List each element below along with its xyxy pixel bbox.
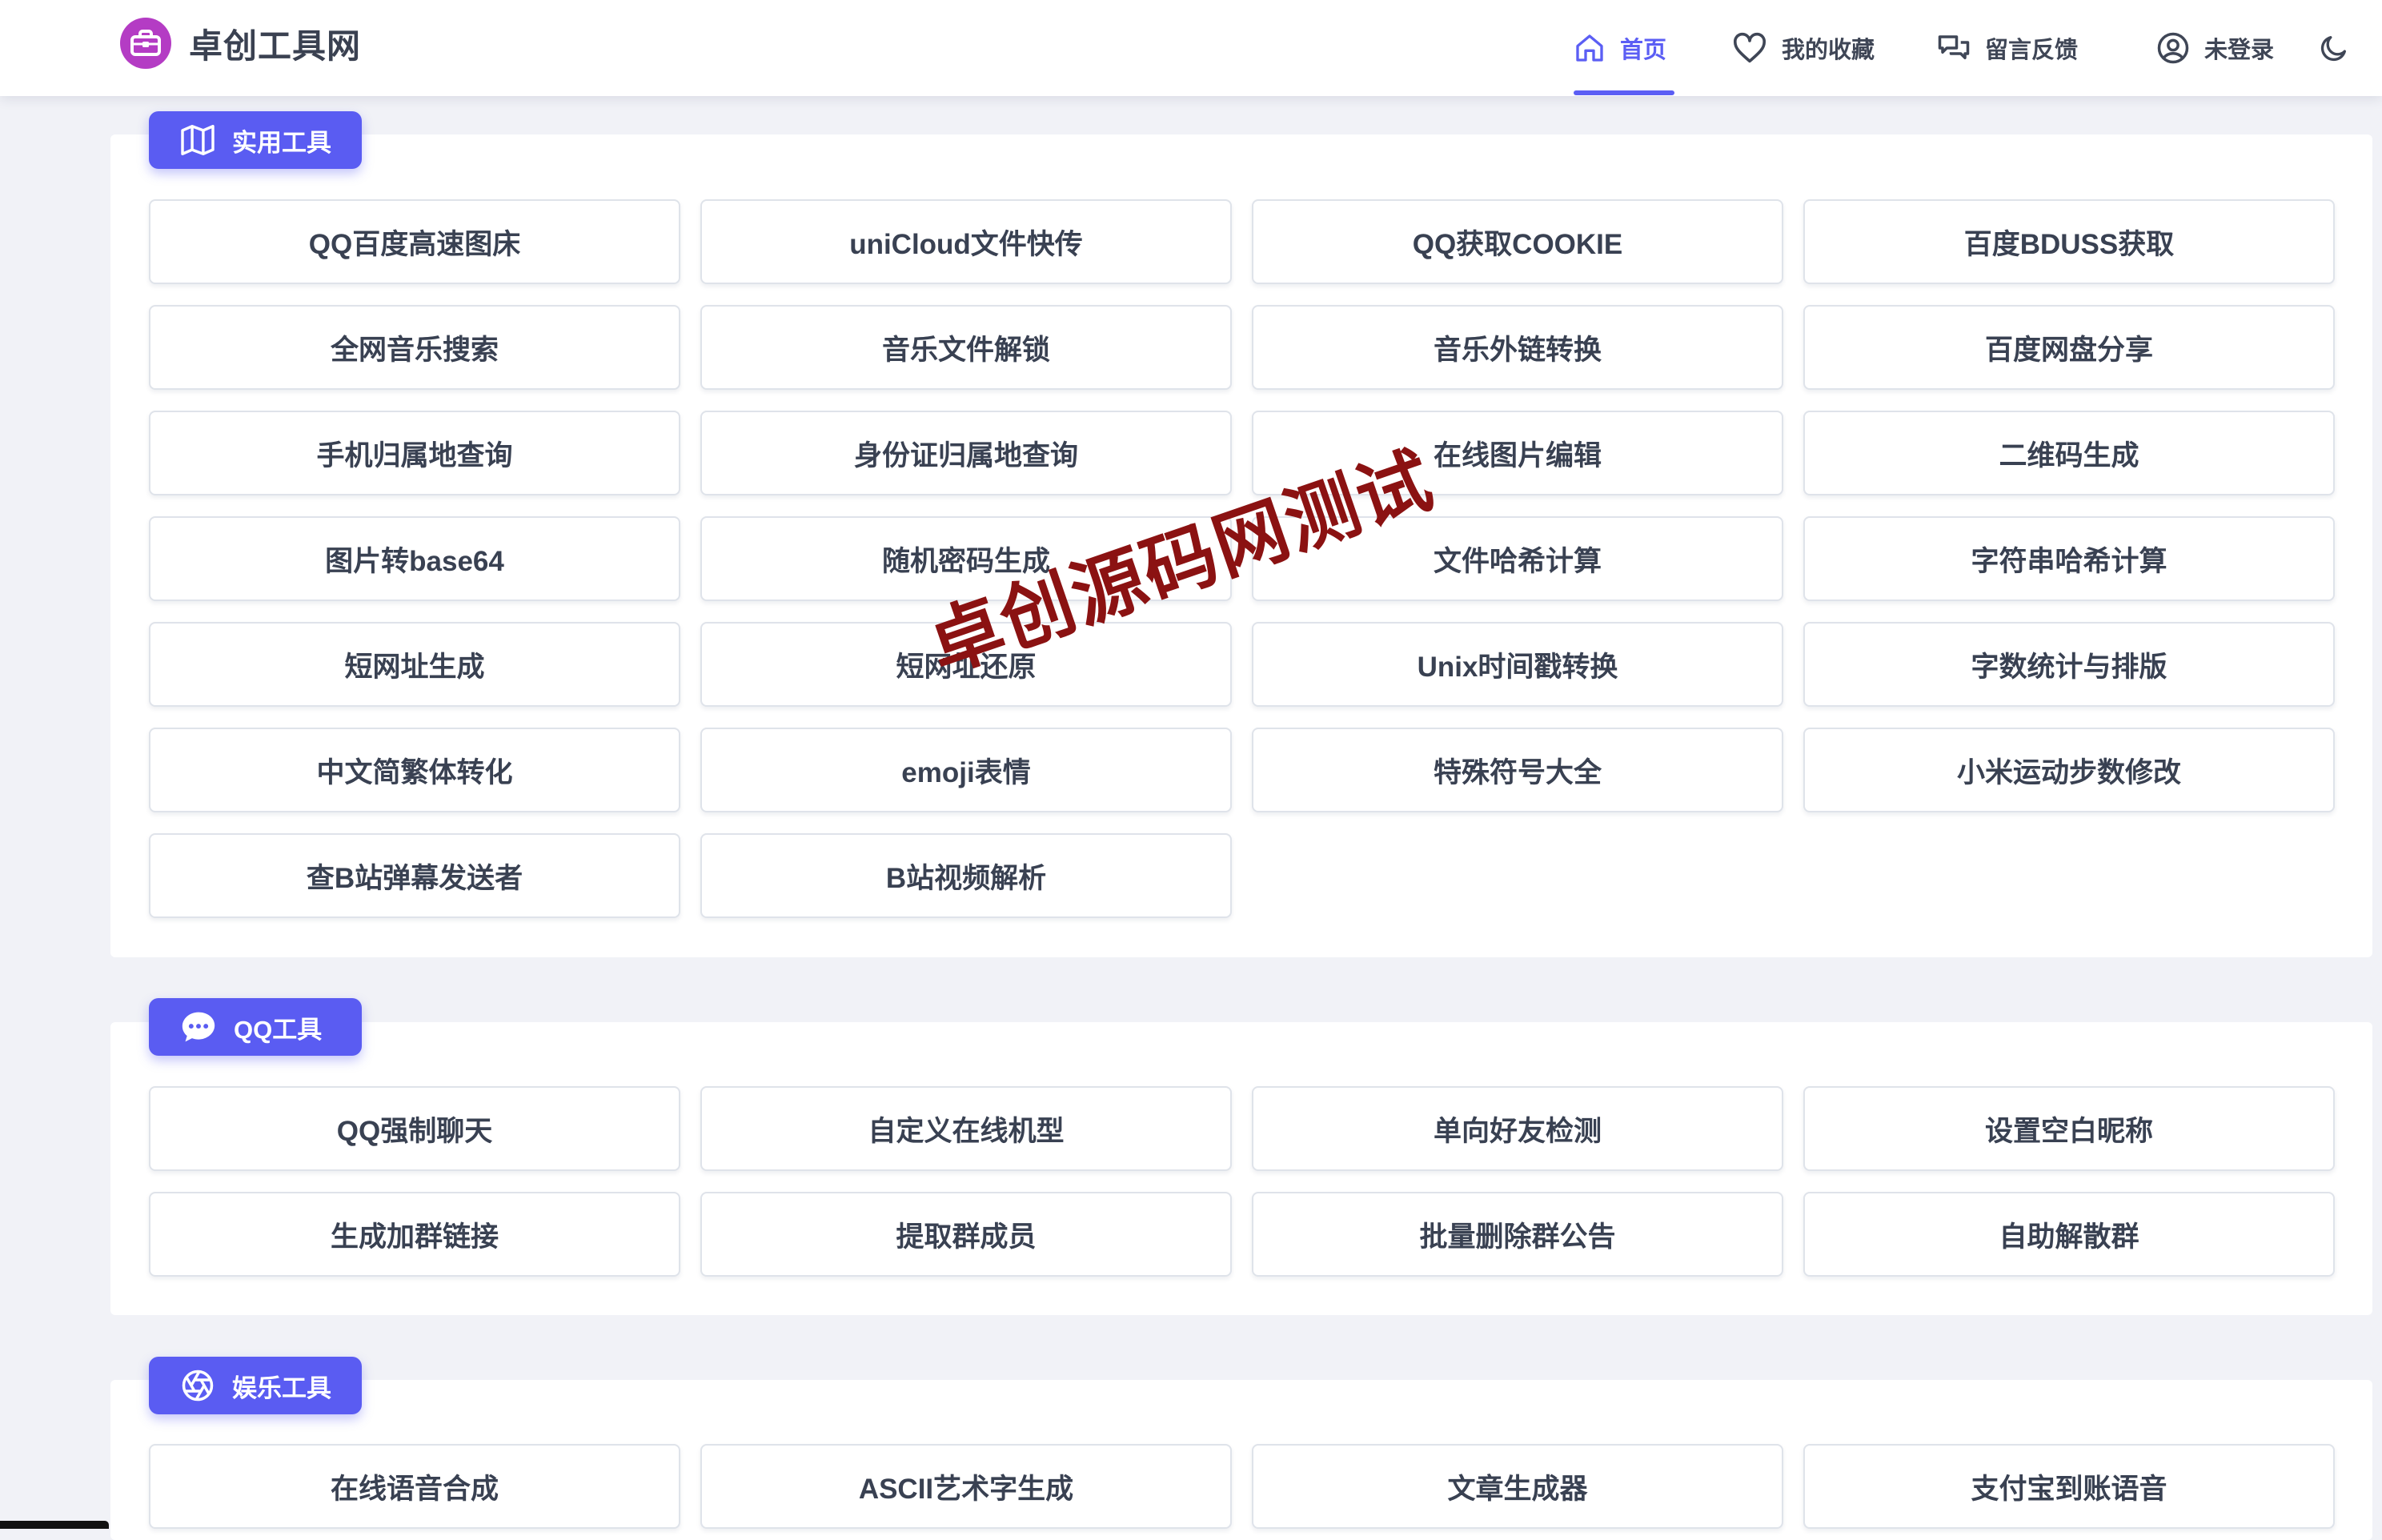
tool-button[interactable]: 文章生成器: [1252, 1444, 1783, 1529]
tool-button[interactable]: 在线语音合成: [149, 1444, 680, 1529]
corner-dark-bar: [0, 1521, 109, 1529]
section-title: 实用工具: [232, 128, 331, 157]
aperture-icon: [182, 1370, 214, 1402]
tool-button[interactable]: 单向好友检测: [1252, 1086, 1783, 1171]
tool-button[interactable]: B站视频解析: [700, 833, 1232, 918]
tool-button[interactable]: 二维码生成: [1803, 411, 2335, 495]
tool-button[interactable]: 百度BDUSS获取: [1803, 199, 2335, 284]
tool-button[interactable]: QQ强制聊天: [149, 1086, 680, 1171]
tool-button[interactable]: QQ百度高速图床: [149, 199, 680, 284]
tool-button[interactable]: 自助解散群: [1803, 1192, 2335, 1277]
heart-icon: [1733, 32, 1766, 63]
tool-button[interactable]: 手机归属地查询: [149, 411, 680, 495]
tool-grid-qq: QQ强制聊天 自定义在线机型 单向好友检测 设置空白昵称 生成加群链接 提取群成…: [149, 1086, 2335, 1277]
user-icon: [2157, 32, 2189, 64]
section-title: 娱乐工具: [232, 1374, 331, 1402]
tool-button[interactable]: 身份证归属地查询: [700, 411, 1232, 495]
tool-button[interactable]: uniCloud文件快传: [700, 199, 1232, 284]
nav-active-indicator: [1574, 90, 1674, 95]
nav-home-label: 首页: [1620, 38, 1667, 63]
tool-button[interactable]: 小米运动步数修改: [1803, 728, 2335, 812]
tool-button[interactable]: 字数统计与排版: [1803, 622, 2335, 707]
tool-button[interactable]: 提取群成员: [700, 1192, 1232, 1277]
tool-button[interactable]: 图片转base64: [149, 516, 680, 601]
tool-button[interactable]: 音乐文件解锁: [700, 305, 1232, 390]
tool-grid-entertainment: 在线语音合成 ASCII艺术字生成 文章生成器 支付宝到账语音: [149, 1444, 2335, 1529]
tool-button[interactable]: 中文简繁体转化: [149, 728, 680, 812]
nav-login-label: 未登录: [2204, 38, 2275, 63]
tool-button[interactable]: Unix时间戳转换: [1252, 622, 1783, 707]
chat-icon: [1938, 35, 1970, 59]
tool-button[interactable]: 生成加群链接: [149, 1192, 680, 1277]
nav-favorites-label: 我的收藏: [1782, 38, 1875, 63]
tool-button[interactable]: emoji表情: [700, 728, 1232, 812]
tool-button[interactable]: 设置空白昵称: [1803, 1086, 2335, 1171]
moon-icon: [2320, 36, 2346, 62]
toolbox-icon: [120, 18, 171, 69]
section-tag-qq: QQ工具: [149, 998, 362, 1056]
map-icon: [181, 125, 215, 155]
tool-button[interactable]: 查B站弹幕发送者: [149, 833, 680, 918]
top-header: 卓创工具网 首页 我的收藏 留言反馈 未登录: [0, 0, 2382, 96]
nav-home[interactable]: 首页: [1574, 0, 1666, 96]
tool-button[interactable]: 字符串哈希计算: [1803, 516, 2335, 601]
site-name: 卓创工具网: [189, 26, 362, 65]
tool-button[interactable]: 音乐外链转换: [1252, 305, 1783, 390]
tool-button[interactable]: 短网址生成: [149, 622, 680, 707]
nav-login[interactable]: 未登录: [2156, 0, 2274, 96]
theme-toggle[interactable]: [2318, 0, 2364, 96]
message-bubble-icon: [182, 1012, 215, 1042]
tool-button[interactable]: 百度网盘分享: [1803, 305, 2335, 390]
nav-favorites[interactable]: 我的收藏: [1732, 0, 1875, 96]
nav-feedback[interactable]: 留言反馈: [1937, 0, 2078, 96]
home-icon: [1576, 34, 1603, 62]
section-tag-entertainment: 娱乐工具: [149, 1357, 362, 1414]
nav-feedback-label: 留言反馈: [1985, 38, 2079, 63]
tool-button[interactable]: 支付宝到账语音: [1803, 1444, 2335, 1529]
tool-button[interactable]: ASCII艺术字生成: [700, 1444, 1232, 1529]
tool-button[interactable]: 自定义在线机型: [700, 1086, 1232, 1171]
tool-button[interactable]: 批量删除群公告: [1252, 1192, 1783, 1277]
section-title: QQ工具: [234, 1015, 323, 1044]
tool-button[interactable]: QQ获取COOKIE: [1252, 199, 1783, 284]
section-tag-utility: 实用工具: [149, 111, 362, 169]
tool-button[interactable]: 全网音乐搜索: [149, 305, 680, 390]
site-logo[interactable]: 卓创工具网: [120, 18, 361, 69]
tool-button[interactable]: 特殊符号大全: [1252, 728, 1783, 812]
